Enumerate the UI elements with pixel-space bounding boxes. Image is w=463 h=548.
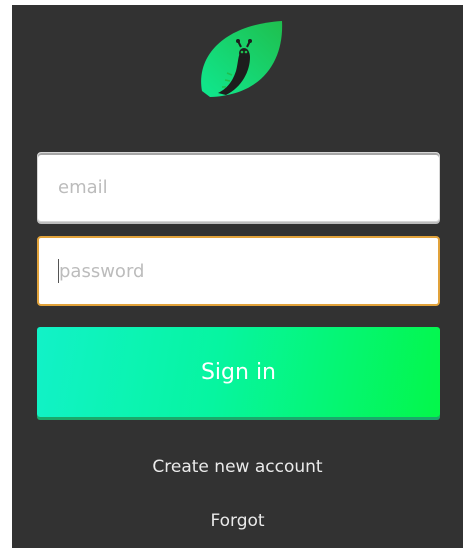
text-cursor — [58, 259, 59, 283]
email-field[interactable] — [37, 152, 440, 222]
password-field[interactable] — [37, 236, 440, 306]
create-account-link[interactable]: Create new account — [12, 457, 463, 477]
forgot-link[interactable]: Forgot — [12, 511, 463, 531]
sign-in-button[interactable]: Sign in — [37, 327, 440, 417]
leaf-caterpillar-icon — [201, 21, 283, 97]
login-panel: Sign in Create new account Forgot — [12, 5, 463, 548]
